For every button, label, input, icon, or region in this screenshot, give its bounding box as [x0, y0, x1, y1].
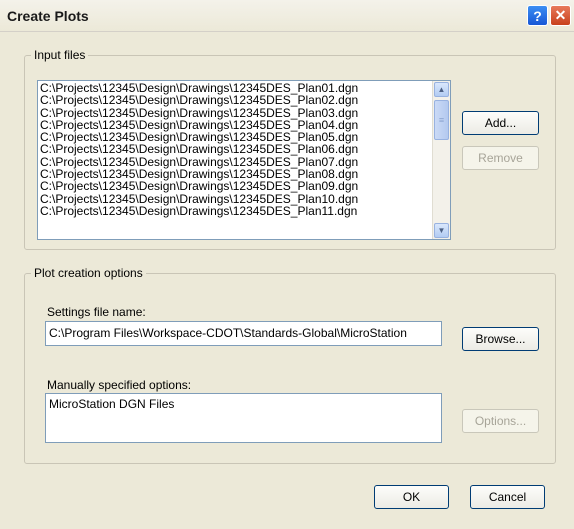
settings-file-input[interactable]: C:\Program Files\Workspace-CDOT\Standard…	[45, 321, 442, 346]
add-button[interactable]: Add...	[462, 111, 539, 135]
scroll-down-button[interactable]: ▼	[434, 223, 449, 238]
cancel-button[interactable]: Cancel	[470, 485, 545, 509]
scroll-thumb[interactable]: ≡	[434, 100, 449, 140]
close-button[interactable]: ✕	[550, 5, 571, 26]
help-icon: ?	[533, 7, 542, 24]
plot-options-legend: Plot creation options	[34, 266, 143, 280]
ok-button[interactable]: OK	[374, 485, 449, 509]
manual-options-label: Manually specified options:	[47, 378, 192, 392]
file-list-scrollbar[interactable]: ▲ ≡ ▼	[432, 81, 450, 239]
file-list-item[interactable]: C:\Projects\12345\Design\Drawings\12345D…	[40, 180, 430, 193]
input-files-legend: Input files	[34, 48, 86, 62]
browse-button[interactable]: Browse...	[462, 327, 539, 351]
options-button[interactable]: Options...	[462, 409, 539, 433]
help-button[interactable]: ?	[527, 5, 548, 26]
remove-button[interactable]: Remove	[462, 146, 539, 170]
chevron-up-icon: ▲	[437, 85, 446, 94]
chevron-down-icon: ▼	[437, 226, 446, 235]
close-icon: ✕	[554, 7, 567, 23]
file-list-item[interactable]: C:\Projects\12345\Design\Drawings\12345D…	[40, 94, 430, 107]
file-list-items: C:\Projects\12345\Design\Drawings\12345D…	[40, 82, 430, 218]
file-list-item[interactable]: C:\Projects\12345\Design\Drawings\12345D…	[40, 205, 430, 218]
input-files-list[interactable]: C:\Projects\12345\Design\Drawings\12345D…	[37, 80, 451, 240]
manual-options-input[interactable]: MicroStation DGN Files	[45, 393, 442, 443]
title-bar: Create Plots ? ✕	[0, 0, 574, 32]
grip-icon: ≡	[438, 115, 445, 125]
settings-file-label: Settings file name:	[47, 305, 146, 319]
window-title: Create Plots	[7, 8, 89, 24]
scroll-up-button[interactable]: ▲	[434, 82, 449, 97]
file-list-item[interactable]: C:\Projects\12345\Design\Drawings\12345D…	[40, 143, 430, 156]
